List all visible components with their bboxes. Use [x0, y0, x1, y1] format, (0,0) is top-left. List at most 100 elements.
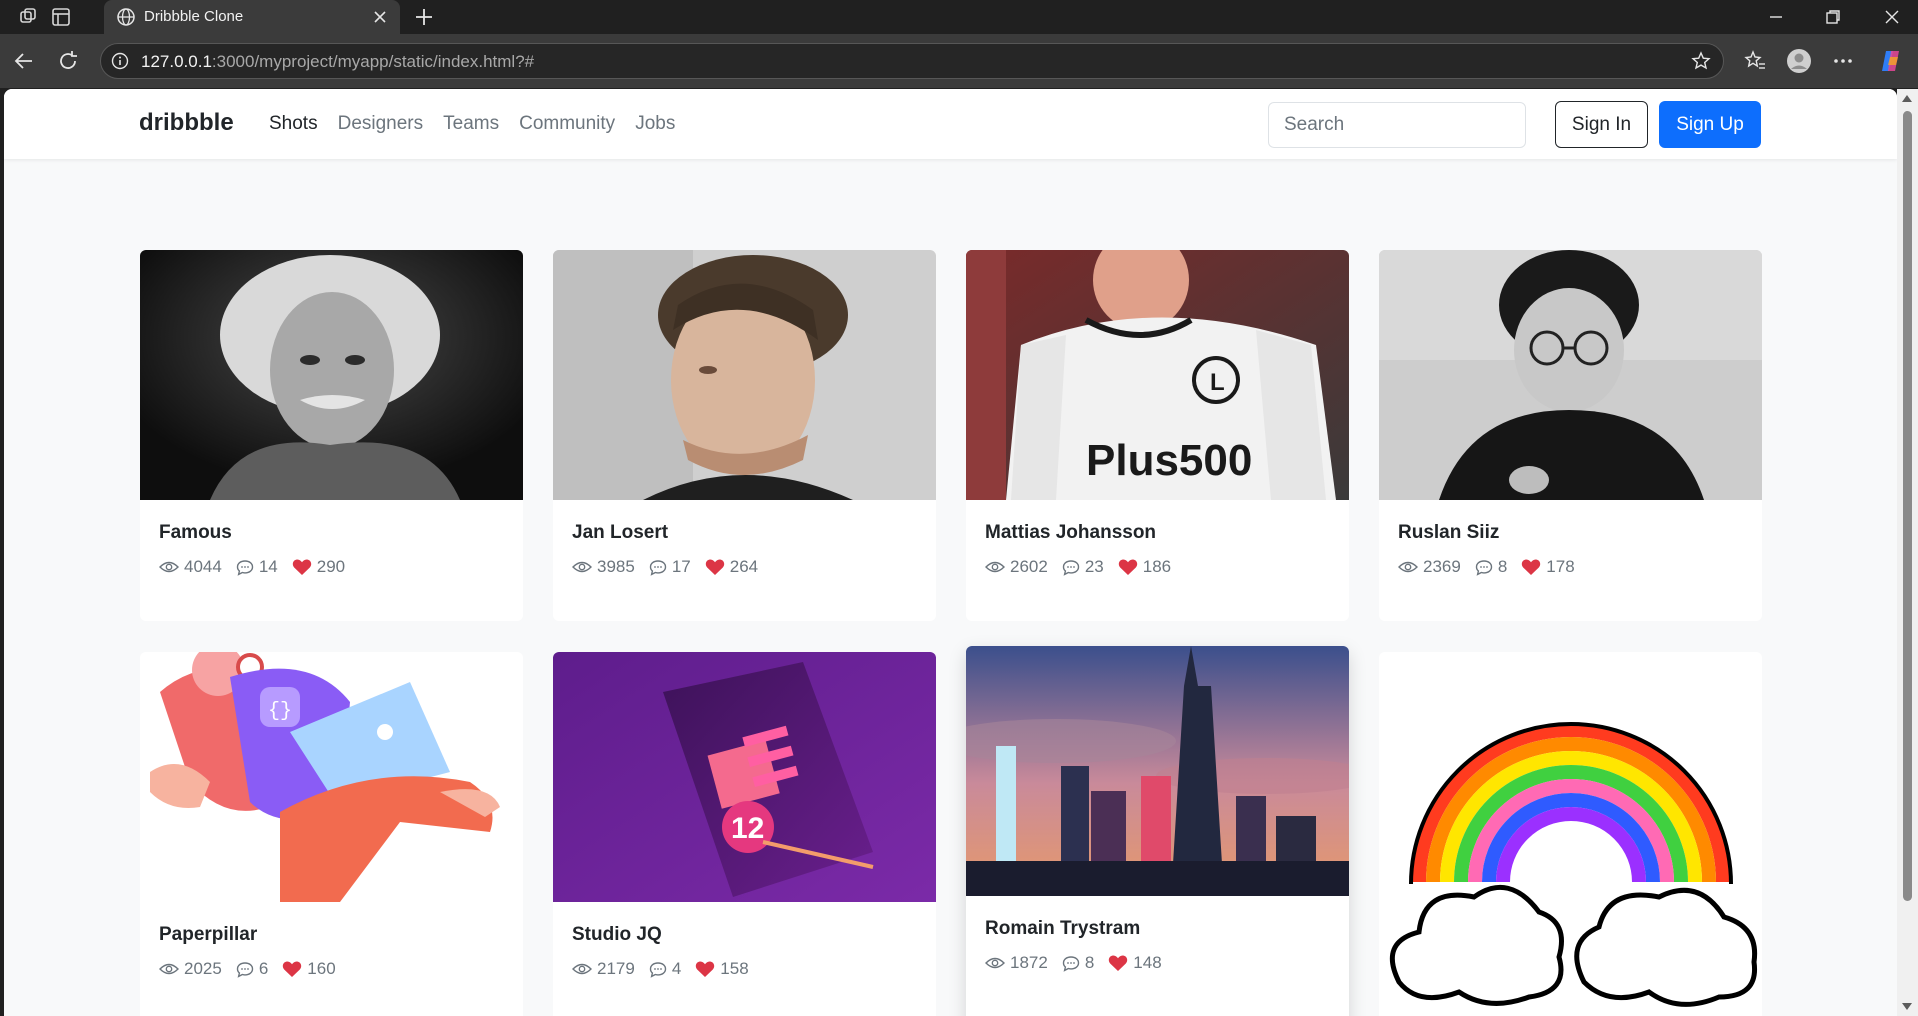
- globe-icon: [117, 8, 135, 26]
- shot-image[interactable]: {}: [140, 652, 523, 902]
- shot-image[interactable]: L Plus500: [966, 250, 1349, 500]
- sign-up-button[interactable]: Sign Up: [1659, 101, 1761, 148]
- shot-author[interactable]: Famous: [159, 522, 232, 544]
- eye-icon: [572, 561, 592, 573]
- nav-link-teams[interactable]: Teams: [443, 113, 499, 135]
- comments-count: 8: [1497, 557, 1508, 576]
- nav-link-community[interactable]: Community: [519, 113, 615, 135]
- minimize-icon[interactable]: [1766, 7, 1786, 27]
- likes-count: 186: [1142, 557, 1172, 576]
- close-tab-icon[interactable]: [370, 7, 390, 27]
- shot-stats: 2602 23 186: [985, 557, 1185, 577]
- scrollbar-thumb[interactable]: [1903, 111, 1912, 901]
- views-count: 1872: [1010, 953, 1048, 972]
- eye-icon: [159, 561, 179, 573]
- search-input[interactable]: [1268, 102, 1526, 148]
- scroll-down-arrow-icon[interactable]: [1902, 1003, 1912, 1010]
- likes-count: 290: [316, 557, 346, 576]
- eye-icon: [159, 963, 179, 975]
- likes-count: 148: [1133, 953, 1162, 972]
- shot-author[interactable]: Paperpillar: [159, 924, 257, 946]
- restore-icon[interactable]: [1823, 7, 1843, 27]
- browser-tab-bar: Dribbble Clone: [0, 0, 1918, 34]
- heart-icon[interactable]: [695, 960, 715, 978]
- shot-card[interactable]: Jan Losert 3985 17 264: [553, 250, 936, 621]
- svg-text:12: 12: [731, 812, 764, 845]
- copilot-icon[interactable]: [1878, 48, 1904, 74]
- nav-link-designers[interactable]: Designers: [338, 113, 424, 135]
- shot-image[interactable]: [140, 250, 523, 500]
- browser-tab[interactable]: Dribbble Clone: [104, 0, 400, 34]
- likes-count: 264: [729, 557, 759, 576]
- shot-card[interactable]: Famous 4044 14 290: [140, 250, 523, 621]
- tab-title: Dribbble Clone: [144, 8, 244, 25]
- comments-count: 6: [258, 959, 269, 978]
- comment-icon: [1475, 559, 1493, 576]
- address-bar[interactable]: 127.0.0.1:3000/myproject/myapp/static/in…: [100, 43, 1724, 79]
- shot-card[interactable]: 12 Studio JQ 2179 4 158: [553, 652, 936, 1016]
- comment-icon: [236, 961, 254, 978]
- heart-icon[interactable]: [705, 558, 725, 576]
- brand-logo[interactable]: dribbble: [139, 109, 234, 137]
- comment-icon: [649, 559, 667, 576]
- heart-icon[interactable]: [1521, 558, 1541, 576]
- svg-text:Plus500: Plus500: [1086, 436, 1252, 485]
- shot-image[interactable]: [553, 250, 936, 500]
- comment-icon: [649, 961, 667, 978]
- url-text: 127.0.0.1:3000/myproject/myapp/static/in…: [141, 52, 535, 71]
- favorite-star-icon[interactable]: [1691, 51, 1711, 71]
- eye-icon: [1398, 561, 1418, 573]
- nav-link-jobs[interactable]: Jobs: [635, 113, 675, 135]
- eye-icon: [985, 957, 1005, 969]
- shot-author[interactable]: Romain Trystram: [985, 918, 1140, 940]
- sign-in-button[interactable]: Sign In: [1555, 101, 1648, 148]
- more-menu-icon[interactable]: [1830, 48, 1856, 74]
- comment-icon: [1062, 559, 1080, 576]
- heart-icon[interactable]: [1108, 954, 1128, 972]
- refresh-icon[interactable]: [56, 49, 80, 73]
- scroll-up-arrow-icon[interactable]: [1902, 95, 1912, 102]
- likes-count: 178: [1546, 557, 1575, 576]
- shot-image[interactable]: [966, 646, 1349, 896]
- shot-image[interactable]: 12: [553, 652, 936, 902]
- comment-icon: [236, 559, 254, 576]
- profile-avatar-icon[interactable]: [1786, 48, 1812, 74]
- shot-author[interactable]: Mattias Johansson: [985, 522, 1156, 544]
- views-count: 2179: [597, 959, 635, 978]
- shot-card[interactable]: Ruslan Siiz 2369 8 178: [1379, 250, 1762, 621]
- comments-count: 4: [671, 959, 682, 978]
- heart-icon[interactable]: [1118, 558, 1138, 576]
- shot-author[interactable]: Ruslan Siiz: [1398, 522, 1499, 544]
- page-viewport: dribbble Shots Designers Teams Community…: [4, 89, 1897, 1016]
- shot-image[interactable]: [1379, 250, 1762, 500]
- shot-stats: 4044 14 290: [159, 557, 359, 577]
- shot-card[interactable]: [1379, 652, 1762, 1016]
- browser-toolbar: 127.0.0.1:3000/myproject/myapp/static/in…: [0, 34, 1918, 88]
- nav-link-shots[interactable]: Shots: [269, 113, 318, 135]
- shot-card[interactable]: Romain Trystram 1872 8 148: [966, 646, 1349, 1016]
- page-scrollbar[interactable]: [1897, 89, 1918, 1016]
- tab-actions-icon[interactable]: [50, 6, 72, 28]
- likes-count: 160: [307, 959, 336, 978]
- shot-card[interactable]: L Plus500 Mattias Johansson 2602 23 186: [966, 250, 1349, 621]
- shot-image[interactable]: [1379, 652, 1762, 1016]
- comments-count: 23: [1084, 557, 1104, 576]
- views-count: 3985: [597, 557, 635, 576]
- shot-card[interactable]: {} Paperpillar 2025 6 160: [140, 652, 523, 1016]
- comments-count: 14: [258, 557, 278, 576]
- heart-icon[interactable]: [282, 960, 302, 978]
- new-tab-icon[interactable]: [412, 5, 436, 29]
- shot-author[interactable]: Jan Losert: [572, 522, 668, 544]
- close-window-icon[interactable]: [1882, 7, 1902, 27]
- shot-stats: 2369 8 178: [1398, 557, 1589, 577]
- shot-author[interactable]: Studio JQ: [572, 924, 662, 946]
- workspaces-icon[interactable]: [18, 6, 40, 28]
- views-count: 2025: [184, 959, 222, 978]
- heart-icon[interactable]: [292, 558, 312, 576]
- back-arrow-icon[interactable]: [12, 49, 36, 73]
- views-count: 4044: [184, 557, 222, 576]
- site-info-icon[interactable]: [111, 52, 129, 70]
- favorites-icon[interactable]: [1742, 48, 1768, 74]
- comment-icon: [1062, 955, 1080, 972]
- comments-count: 17: [671, 557, 691, 576]
